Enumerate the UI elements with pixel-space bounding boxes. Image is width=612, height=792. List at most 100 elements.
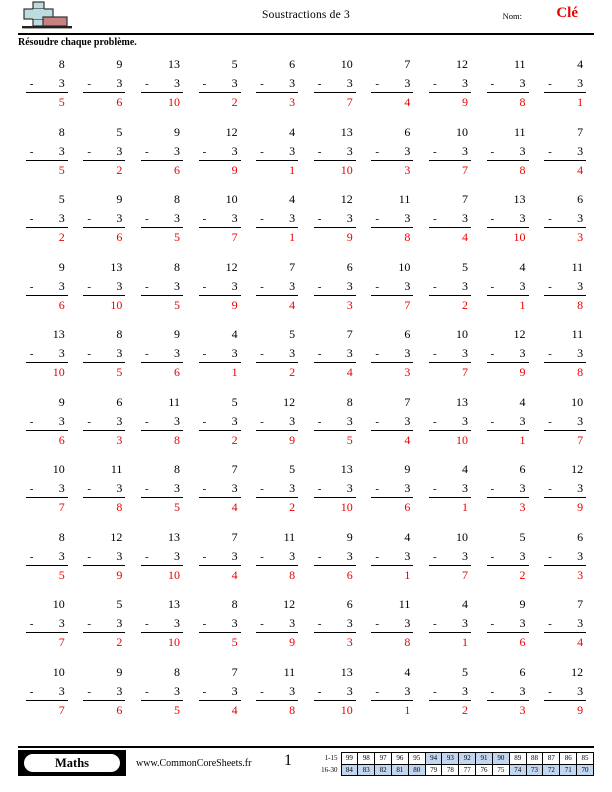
score-cell[interactable]: 97: [374, 752, 392, 765]
answer[interactable]: 2: [256, 498, 298, 513]
answer[interactable]: 10: [314, 498, 356, 513]
answer[interactable]: 2: [429, 701, 471, 716]
score-cell[interactable]: 84: [340, 763, 359, 776]
answer[interactable]: 1: [487, 296, 529, 311]
answer[interactable]: 7: [429, 363, 471, 378]
answer[interactable]: 10: [141, 93, 183, 108]
answer[interactable]: 7: [429, 161, 471, 176]
answer[interactable]: 1: [256, 161, 298, 176]
answer[interactable]: 2: [83, 633, 125, 648]
answer[interactable]: 6: [141, 363, 183, 378]
answer[interactable]: 4: [429, 228, 471, 243]
answer[interactable]: 9: [314, 228, 356, 243]
answer[interactable]: 1: [429, 633, 471, 648]
answer[interactable]: 10: [141, 633, 183, 648]
answer[interactable]: 8: [83, 498, 125, 513]
answer[interactable]: 9: [256, 431, 298, 446]
score-cell[interactable]: 91: [475, 752, 493, 765]
score-cell[interactable]: 99: [340, 752, 359, 765]
answer[interactable]: 3: [314, 633, 356, 648]
answer[interactable]: 4: [199, 498, 241, 513]
answer[interactable]: 6: [83, 228, 125, 243]
answer[interactable]: 3: [314, 296, 356, 311]
answer[interactable]: 6: [371, 498, 413, 513]
answer[interactable]: 7: [26, 701, 68, 716]
answer[interactable]: 4: [256, 296, 298, 311]
answer[interactable]: 7: [371, 296, 413, 311]
answer[interactable]: 4: [371, 431, 413, 446]
score-cell[interactable]: 73: [525, 763, 544, 776]
answer[interactable]: 8: [544, 363, 586, 378]
answer[interactable]: 5: [141, 228, 183, 243]
answer[interactable]: 4: [199, 701, 241, 716]
answer[interactable]: 7: [314, 93, 356, 108]
answer[interactable]: 8: [256, 566, 298, 581]
answer[interactable]: 9: [256, 633, 298, 648]
answer[interactable]: 6: [141, 161, 183, 176]
score-cell[interactable]: 72: [542, 763, 561, 776]
answer[interactable]: 3: [487, 701, 529, 716]
answer[interactable]: 1: [371, 701, 413, 716]
answer[interactable]: 2: [256, 363, 298, 378]
answer[interactable]: 8: [371, 633, 413, 648]
answer[interactable]: 3: [371, 161, 413, 176]
answer[interactable]: 4: [544, 161, 586, 176]
answer[interactable]: 10: [314, 701, 356, 716]
answer[interactable]: 5: [141, 296, 183, 311]
score-cell[interactable]: 98: [357, 752, 376, 765]
answer[interactable]: 10: [26, 363, 68, 378]
score-cell[interactable]: 81: [391, 763, 409, 776]
score-cell[interactable]: 83: [357, 763, 376, 776]
score-cell[interactable]: 89: [508, 752, 527, 765]
answer[interactable]: 9: [429, 93, 471, 108]
answer[interactable]: 10: [83, 296, 125, 311]
score-cell[interactable]: 94: [424, 752, 443, 765]
score-cell[interactable]: 82: [374, 763, 392, 776]
answer[interactable]: 7: [429, 566, 471, 581]
answer[interactable]: 7: [544, 431, 586, 446]
answer[interactable]: 5: [26, 93, 68, 108]
answer[interactable]: 1: [544, 93, 586, 108]
answer[interactable]: 10: [314, 161, 356, 176]
answer[interactable]: 5: [141, 701, 183, 716]
answer[interactable]: 5: [26, 566, 68, 581]
answer[interactable]: 9: [199, 161, 241, 176]
answer[interactable]: 1: [429, 498, 471, 513]
answer[interactable]: 5: [141, 498, 183, 513]
answer[interactable]: 10: [429, 431, 471, 446]
answer[interactable]: 3: [371, 363, 413, 378]
answer[interactable]: 9: [83, 566, 125, 581]
answer[interactable]: 7: [199, 228, 241, 243]
score-cell[interactable]: 78: [441, 763, 460, 776]
answer[interactable]: 7: [26, 498, 68, 513]
answer[interactable]: 1: [371, 566, 413, 581]
answer[interactable]: 4: [544, 633, 586, 648]
score-cell[interactable]: 93: [441, 752, 460, 765]
answer[interactable]: 6: [83, 93, 125, 108]
score-cell[interactable]: 96: [391, 752, 409, 765]
answer[interactable]: 2: [199, 431, 241, 446]
answer[interactable]: 1: [256, 228, 298, 243]
answer[interactable]: 4: [199, 566, 241, 581]
score-cell[interactable]: 79: [424, 763, 443, 776]
score-cell[interactable]: 90: [491, 752, 510, 765]
answer[interactable]: 6: [314, 566, 356, 581]
answer[interactable]: 3: [83, 431, 125, 446]
answer[interactable]: 9: [544, 701, 586, 716]
answer[interactable]: 8: [487, 93, 529, 108]
score-cell[interactable]: 95: [407, 752, 426, 765]
answer[interactable]: 10: [141, 566, 183, 581]
answer[interactable]: 2: [26, 228, 68, 243]
answer[interactable]: 8: [141, 431, 183, 446]
answer[interactable]: 8: [256, 701, 298, 716]
answer[interactable]: 6: [83, 701, 125, 716]
answer[interactable]: 6: [26, 431, 68, 446]
score-cell[interactable]: 88: [525, 752, 544, 765]
score-cell[interactable]: 80: [407, 763, 426, 776]
score-cell[interactable]: 70: [576, 763, 594, 776]
answer[interactable]: 5: [314, 431, 356, 446]
answer[interactable]: 9: [487, 363, 529, 378]
score-cell[interactable]: 92: [458, 752, 477, 765]
answer[interactable]: 1: [199, 363, 241, 378]
answer[interactable]: 4: [371, 93, 413, 108]
